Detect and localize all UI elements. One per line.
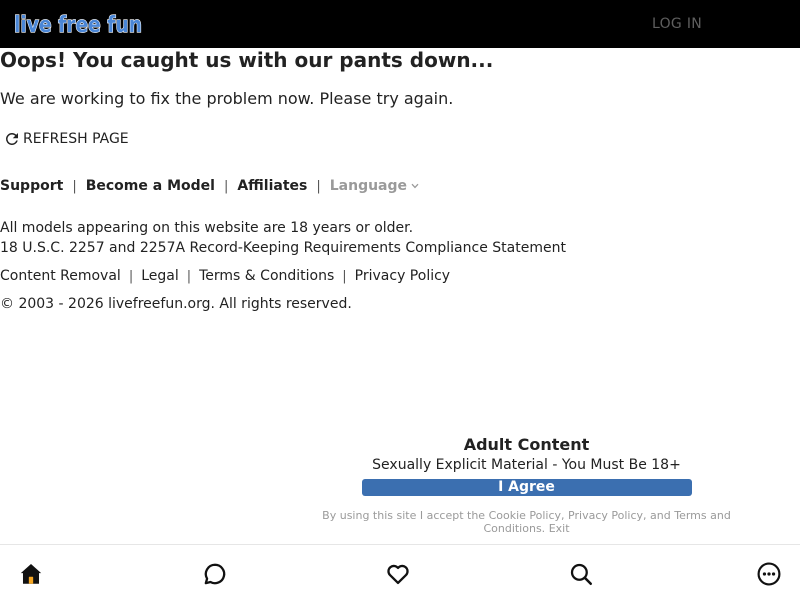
language-label: Language bbox=[329, 178, 408, 194]
search-button[interactable] bbox=[568, 561, 594, 587]
separator: | bbox=[316, 178, 321, 194]
separator: | bbox=[223, 178, 229, 194]
top-bar: live free fun LOG IN bbox=[0, 0, 800, 48]
footer-links: Support | Become a Model | Affiliates | … bbox=[0, 178, 419, 194]
become-model-link[interactable]: Become a Model bbox=[86, 178, 215, 194]
adult-content-consent: Adult Content Sexually Explicit Material… bbox=[310, 435, 743, 536]
age-notice: All models appearing on this website are… bbox=[0, 220, 414, 236]
logo-text: live free fun bbox=[14, 13, 142, 38]
more-icon bbox=[757, 562, 781, 586]
separator: | bbox=[72, 178, 77, 194]
separator: | bbox=[186, 268, 192, 284]
compliance-statement-link[interactable]: 18 U.S.C. 2257 and 2257A Record-Keeping … bbox=[0, 240, 566, 256]
terms-link[interactable]: Terms & Conditions bbox=[199, 268, 334, 284]
home-button[interactable] bbox=[18, 561, 44, 587]
login-link[interactable]: LOG IN bbox=[652, 16, 702, 32]
heart-icon bbox=[387, 564, 409, 585]
consent-heading: Adult Content bbox=[463, 435, 590, 454]
consent-privacy-policy-link[interactable]: Privacy Policy bbox=[568, 509, 643, 522]
legal-link[interactable]: Legal bbox=[141, 268, 179, 284]
cookie-policy-link[interactable]: Cookie Policy bbox=[489, 509, 561, 522]
error-title: Oops! You caught us with our pants down.… bbox=[0, 48, 494, 72]
affiliates-link[interactable]: Affiliates bbox=[237, 178, 307, 194]
legal-links: Content Removal | Legal | Terms & Condit… bbox=[0, 268, 450, 284]
search-icon bbox=[570, 563, 592, 585]
i-agree-button[interactable]: I Agree bbox=[361, 479, 692, 496]
language-dropdown[interactable]: Language bbox=[330, 178, 419, 194]
more-button[interactable] bbox=[756, 561, 782, 587]
refresh-page-button[interactable]: REFRESH PAGE bbox=[3, 129, 129, 149]
error-message: We are working to fix the problem now. P… bbox=[0, 89, 454, 108]
chevron-down-icon bbox=[411, 183, 419, 189]
exit-link[interactable]: Exit bbox=[549, 522, 570, 535]
copyright: © 2003 - 2026 livefreefun.org. All right… bbox=[0, 296, 352, 312]
support-link[interactable]: Support bbox=[0, 178, 63, 194]
consent-note-text: By using this site I accept the bbox=[322, 509, 486, 522]
home-icon bbox=[20, 564, 42, 584]
separator: | bbox=[128, 268, 134, 284]
refresh-page-label: REFRESH PAGE bbox=[23, 131, 129, 147]
site-logo[interactable]: live free fun bbox=[12, 9, 144, 39]
chat-icon bbox=[204, 563, 226, 585]
bottom-navigation bbox=[0, 544, 800, 600]
consent-subheading: Sexually Explicit Material - You Must Be… bbox=[372, 457, 681, 473]
chat-button[interactable] bbox=[202, 561, 228, 587]
favorites-button[interactable] bbox=[385, 561, 411, 587]
privacy-policy-link[interactable]: Privacy Policy bbox=[355, 268, 450, 284]
separator: | bbox=[342, 268, 347, 284]
consent-note-comma: , bbox=[561, 509, 565, 522]
consent-note: By using this site I accept the Cookie P… bbox=[312, 509, 742, 535]
content-removal-link[interactable]: Content Removal bbox=[0, 268, 121, 284]
consent-note-and: , and bbox=[643, 509, 671, 522]
refresh-icon bbox=[5, 132, 18, 145]
